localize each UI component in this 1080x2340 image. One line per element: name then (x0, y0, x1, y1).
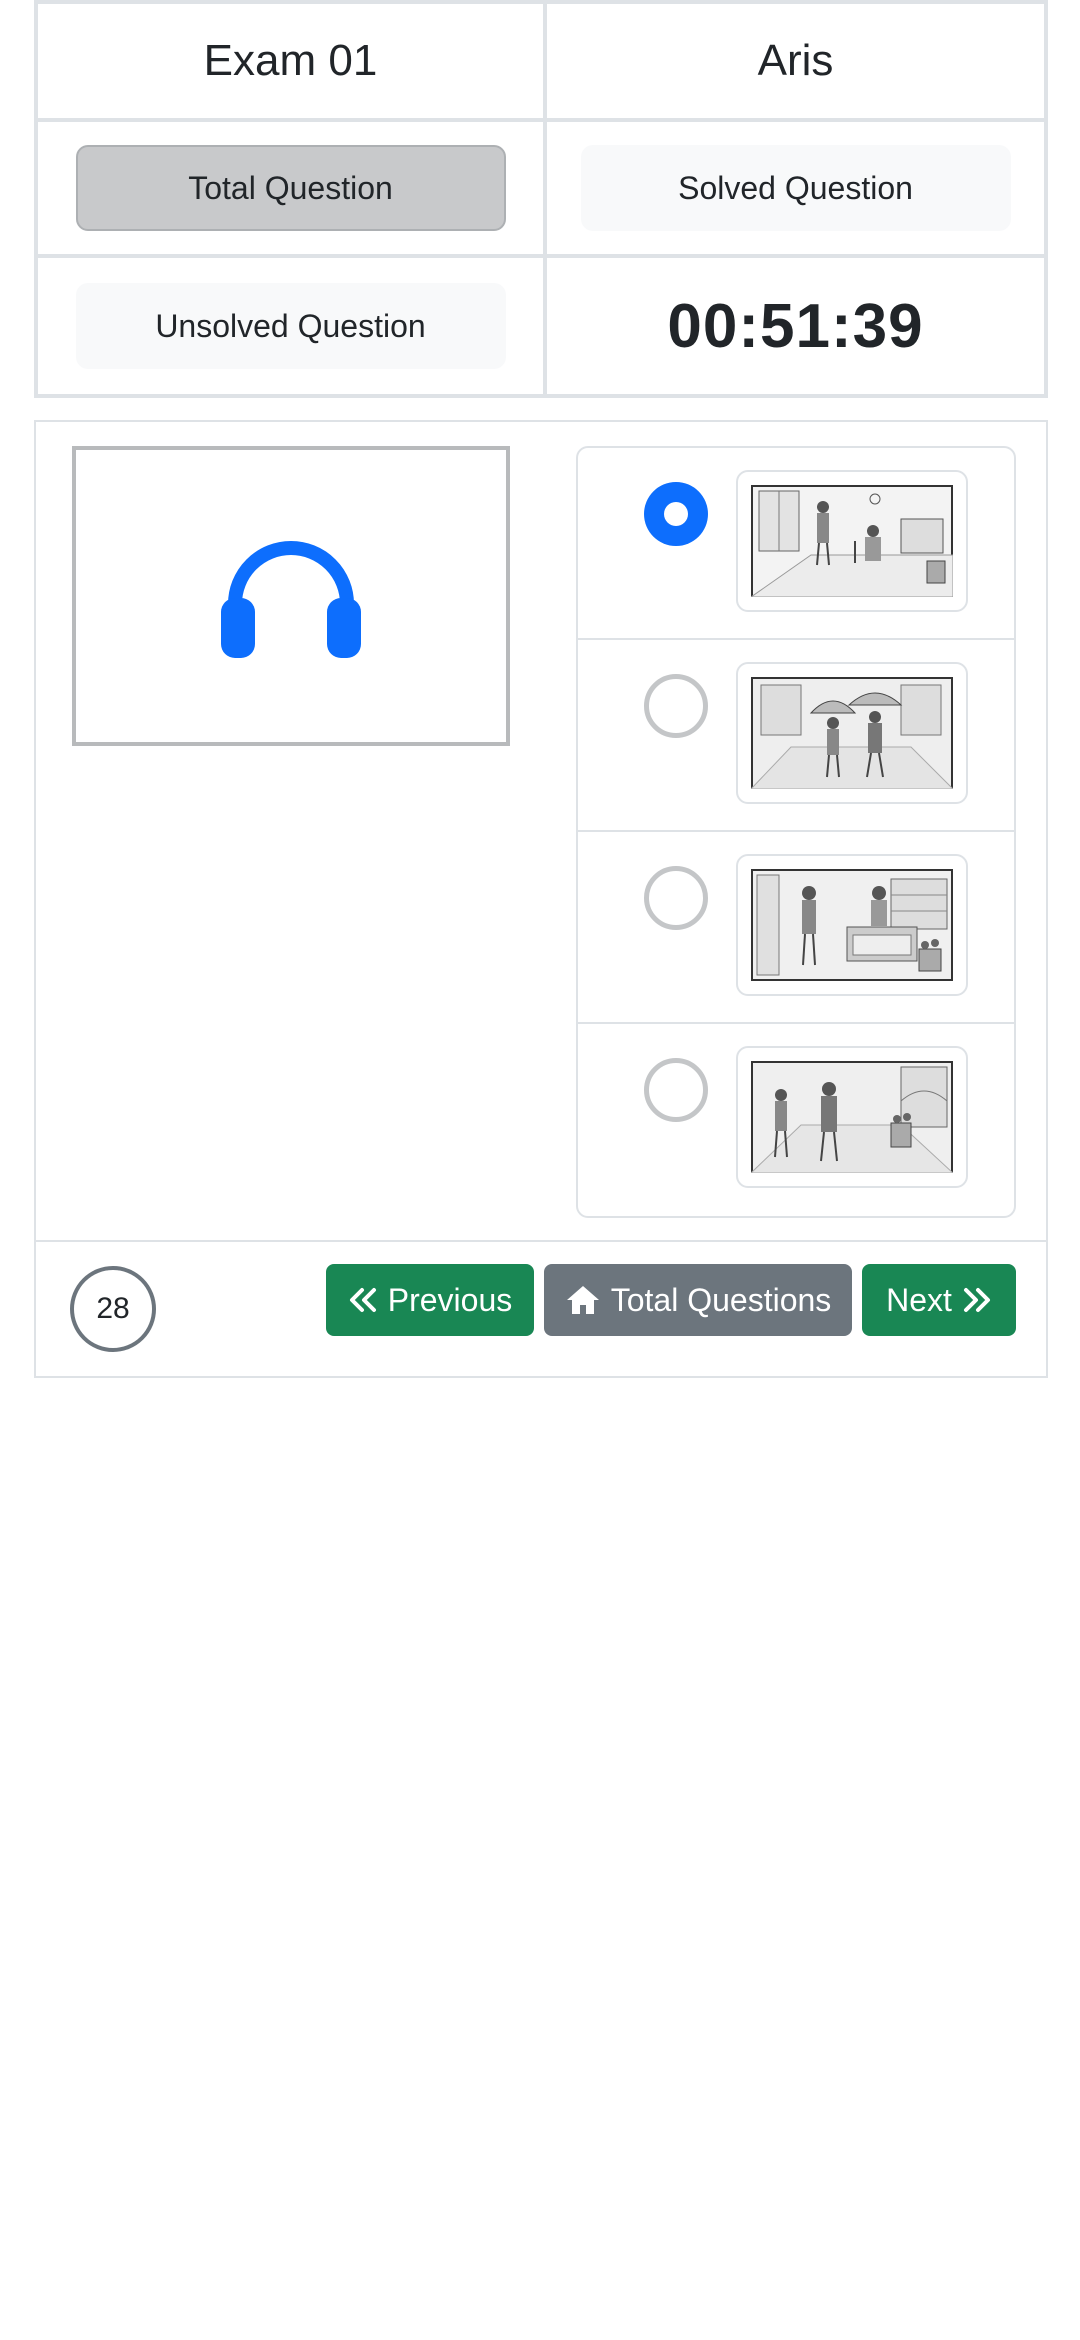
exam-header-table: Exam 01 Aris Total Question Solved Quest… (34, 0, 1048, 398)
exam-title: Exam 01 (203, 36, 378, 85)
answer-option[interactable] (578, 448, 1014, 640)
card-footer-divider (36, 1240, 1046, 1242)
answer-option[interactable] (578, 640, 1014, 832)
home-icon (565, 1284, 601, 1316)
total-questions-button-label: Total Questions (610, 1281, 832, 1318)
option-image (736, 854, 968, 996)
headphones-icon (221, 541, 361, 658)
option-radio[interactable] (644, 482, 708, 546)
option-image (736, 662, 968, 804)
office-scene-picture (751, 485, 953, 597)
option-radio[interactable] (644, 866, 708, 930)
question-card: 28 Previous Total Questions Next (34, 420, 1048, 1378)
question-number-badge: 28 (70, 1266, 156, 1352)
unsolved-question-button[interactable]: Unsolved Question (75, 283, 506, 369)
solved-question-button[interactable]: Solved Question (580, 145, 1011, 231)
answer-option[interactable] (578, 832, 1014, 1024)
next-button[interactable]: Next (862, 1264, 1016, 1336)
option-radio[interactable] (644, 1058, 708, 1122)
option-radio[interactable] (644, 674, 708, 738)
user-name: Aris (757, 36, 834, 85)
previous-button-label: Previous (387, 1281, 513, 1318)
previous-button[interactable]: Previous (326, 1264, 534, 1336)
option-image (736, 470, 968, 612)
exam-timer: 00:51:39 (667, 291, 924, 361)
audio-player[interactable] (72, 446, 510, 746)
total-question-button[interactable]: Total Question (75, 145, 506, 231)
double-chevron-right-icon (962, 1287, 992, 1313)
shop-counter-picture (751, 869, 953, 981)
total-questions-button[interactable]: Total Questions (544, 1264, 852, 1336)
answer-option[interactable] (578, 1024, 1014, 1216)
next-button-label: Next (886, 1281, 952, 1318)
answer-options (576, 446, 1016, 1218)
umbrella-walk-picture (751, 677, 953, 789)
option-image (736, 1046, 968, 1188)
street-scene-picture (751, 1061, 953, 1173)
double-chevron-left-icon (348, 1287, 378, 1313)
